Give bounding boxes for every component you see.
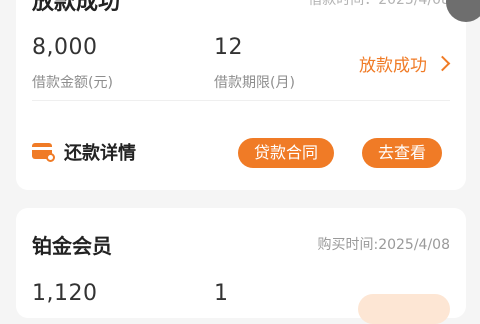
loan-amount-value: 8,000 xyxy=(32,35,98,60)
loan-card: 放款成功 借款时间：2025/4/08 8,000 借款金额(元) 12 借款期… xyxy=(16,0,466,190)
loan-term-value: 12 xyxy=(214,35,243,60)
chevron-right-icon xyxy=(434,55,451,72)
repay-details-title[interactable]: 还款详情 xyxy=(64,139,136,165)
loan-status-label: 放款成功 xyxy=(359,56,427,76)
repay-card-icon xyxy=(32,143,55,162)
loan-date: 借款时间：2025/4/08 xyxy=(308,0,450,8)
member-amount-value: 1,120 xyxy=(32,281,98,306)
loan-contract-button[interactable]: 贷款合同 xyxy=(238,138,335,168)
loan-term-label: 借款期限(月) xyxy=(214,75,295,91)
loan-status-link[interactable]: 放款成功 xyxy=(359,51,451,76)
loan-card-title: 放款成功 xyxy=(32,0,121,15)
divider xyxy=(32,100,450,101)
loan-amount-label: 借款金额(元) xyxy=(32,75,113,91)
member-action-button[interactable] xyxy=(358,294,450,324)
member-card: 铂金会员 购买时间:2025/4/08 1,120 1 xyxy=(16,208,466,324)
member-title: 铂金会员 xyxy=(32,234,112,258)
go-view-button[interactable]: 去查看 xyxy=(362,138,443,168)
member-count-value: 1 xyxy=(214,281,229,306)
member-purchase-date: 购买时间:2025/4/08 xyxy=(317,237,450,253)
